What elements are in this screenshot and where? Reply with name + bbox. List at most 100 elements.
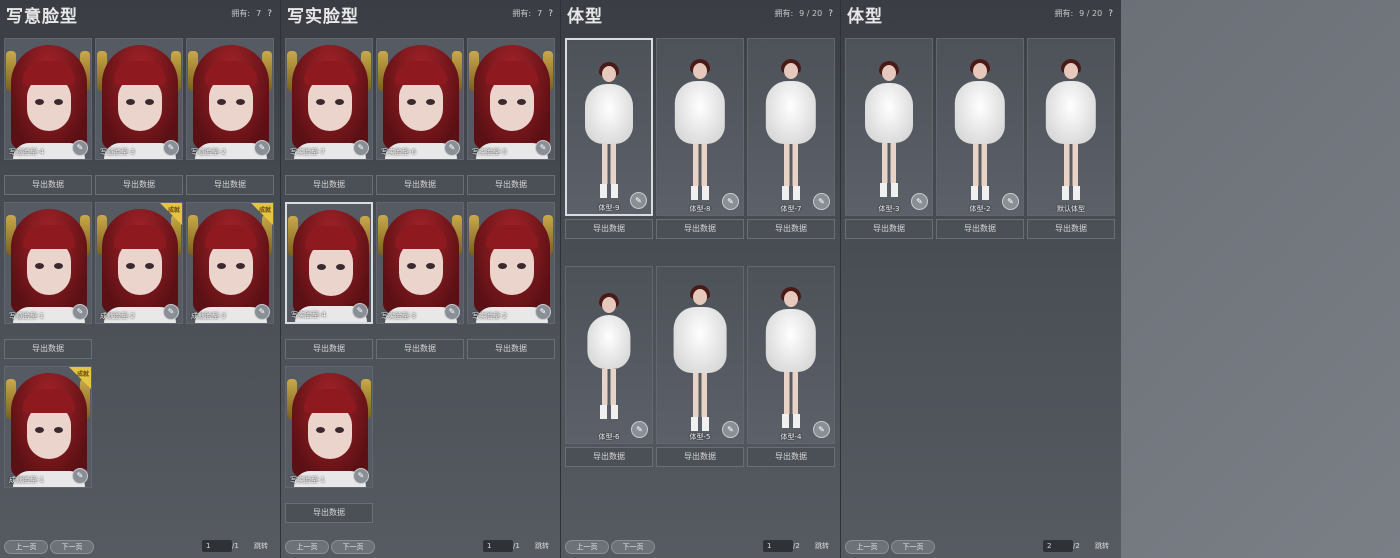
shape-card[interactable]: 体型-6 ✎ bbox=[565, 266, 653, 444]
export-data-button[interactable]: 导出数据 bbox=[747, 219, 835, 239]
shape-card[interactable]: 写实脸型-4 ✎ bbox=[285, 202, 373, 324]
shape-card[interactable]: 成就 成就脸型-1 ✎ bbox=[4, 366, 92, 488]
edit-icon[interactable]: ✎ bbox=[353, 468, 369, 484]
edit-icon[interactable]: ✎ bbox=[911, 193, 928, 210]
edit-icon[interactable]: ✎ bbox=[444, 304, 460, 320]
edit-icon[interactable]: ✎ bbox=[535, 304, 551, 320]
shape-item: 写实脸型-5 ✎ 导出数据 bbox=[467, 38, 555, 198]
prev-page-button[interactable]: 上一页 bbox=[565, 540, 609, 554]
shape-card[interactable]: 写实脸型-6 ✎ bbox=[376, 38, 464, 160]
export-data-button[interactable]: 导出数据 bbox=[285, 339, 373, 359]
edit-icon[interactable]: ✎ bbox=[722, 193, 739, 210]
edit-icon[interactable]: ✎ bbox=[72, 468, 88, 484]
edit-icon[interactable]: ✎ bbox=[254, 304, 270, 320]
export-data-button[interactable]: 导出数据 bbox=[376, 339, 464, 359]
shape-card[interactable]: 体型-2 ✎ bbox=[936, 38, 1024, 216]
export-data-button[interactable]: 导出数据 bbox=[285, 503, 373, 523]
shape-card[interactable]: 体型-9 ✎ bbox=[565, 38, 653, 216]
body-thumbnail-art bbox=[567, 40, 651, 214]
jump-button[interactable]: 跳转 bbox=[535, 540, 549, 552]
help-icon[interactable]: ? bbox=[828, 9, 833, 19]
page-number-input[interactable]: 1 bbox=[202, 540, 232, 552]
bangs bbox=[304, 61, 356, 85]
shape-card[interactable]: 写实脸型-1 ✎ bbox=[285, 366, 373, 488]
edit-icon[interactable]: ✎ bbox=[631, 421, 648, 438]
export-data-button[interactable]: 导出数据 bbox=[95, 175, 183, 195]
shape-card[interactable]: 写实脸型-3 ✎ bbox=[376, 202, 464, 324]
export-data-button[interactable]: 导出数据 bbox=[4, 339, 92, 359]
export-data-button[interactable]: 导出数据 bbox=[467, 339, 555, 359]
shape-label: 写实脸型-7 bbox=[290, 148, 325, 156]
right-eye bbox=[517, 99, 526, 105]
help-icon[interactable]: ? bbox=[1108, 9, 1113, 19]
page-number-input[interactable]: 1 bbox=[763, 540, 793, 552]
export-data-button[interactable]: 导出数据 bbox=[285, 175, 373, 195]
edit-icon[interactable]: ✎ bbox=[813, 193, 830, 210]
next-page-button[interactable]: 下一页 bbox=[891, 540, 935, 554]
face bbox=[209, 77, 253, 131]
edit-icon[interactable]: ✎ bbox=[353, 140, 369, 156]
export-data-button[interactable]: 导出数据 bbox=[186, 175, 274, 195]
export-data-button[interactable]: 导出数据 bbox=[376, 175, 464, 195]
pager: 上一页 下一页 1/2 跳转 bbox=[565, 540, 837, 554]
edit-icon[interactable]: ✎ bbox=[813, 421, 830, 438]
export-data-button[interactable]: 导出数据 bbox=[4, 175, 92, 195]
jump-button[interactable]: 跳转 bbox=[254, 540, 268, 552]
next-page-button[interactable]: 下一页 bbox=[611, 540, 655, 554]
export-data-button[interactable]: 导出数据 bbox=[936, 219, 1024, 239]
shape-card[interactable]: 成就 成就脸型-2 ✎ bbox=[95, 202, 183, 324]
jump-button[interactable]: 跳转 bbox=[1095, 540, 1109, 552]
owned-count: 拥有: 7? bbox=[512, 8, 553, 19]
export-data-button[interactable]: 导出数据 bbox=[845, 219, 933, 239]
prev-page-button[interactable]: 上一页 bbox=[845, 540, 889, 554]
page-number-input[interactable]: 2 bbox=[1043, 540, 1073, 552]
export-data-button[interactable]: 导出数据 bbox=[565, 219, 653, 239]
panel-title: 体型 bbox=[567, 7, 603, 27]
jump-button[interactable]: 跳转 bbox=[815, 540, 829, 552]
edit-icon[interactable]: ✎ bbox=[1002, 193, 1019, 210]
shape-card[interactable]: 体型-5 ✎ bbox=[656, 266, 744, 444]
achievement-badge-text: 成就 bbox=[76, 371, 89, 378]
export-data-button[interactable]: 导出数据 bbox=[656, 219, 744, 239]
edit-icon[interactable]: ✎ bbox=[352, 303, 368, 319]
shape-card[interactable]: 默认体型 bbox=[1027, 38, 1115, 216]
shape-card[interactable]: 体型-4 ✎ bbox=[747, 266, 835, 444]
edit-icon[interactable]: ✎ bbox=[535, 140, 551, 156]
edit-icon[interactable]: ✎ bbox=[254, 140, 270, 156]
shape-label: 写实脸型-4 bbox=[291, 311, 326, 319]
shape-card[interactable]: 写实脸型-7 ✎ bbox=[285, 38, 373, 160]
shape-label: 写意脸型-3 bbox=[100, 148, 135, 156]
prev-page-button[interactable]: 上一页 bbox=[285, 540, 329, 554]
export-data-button[interactable]: 导出数据 bbox=[467, 175, 555, 195]
help-icon[interactable]: ? bbox=[267, 9, 272, 19]
help-icon[interactable]: ? bbox=[548, 9, 553, 19]
prev-page-button[interactable]: 上一页 bbox=[4, 540, 48, 554]
export-data-button[interactable]: 导出数据 bbox=[1027, 219, 1115, 239]
next-page-button[interactable]: 下一页 bbox=[331, 540, 375, 554]
right-eye bbox=[426, 263, 435, 269]
next-page-button[interactable]: 下一页 bbox=[50, 540, 94, 554]
shape-card[interactable]: 体型-8 ✎ bbox=[656, 38, 744, 216]
edit-icon[interactable]: ✎ bbox=[72, 140, 88, 156]
shape-card[interactable]: 写实脸型-2 ✎ bbox=[467, 202, 555, 324]
export-data-button[interactable]: 导出数据 bbox=[747, 447, 835, 467]
shape-card[interactable]: 成就 成就脸型-3 ✎ bbox=[186, 202, 274, 324]
export-data-button[interactable]: 导出数据 bbox=[656, 447, 744, 467]
shape-card[interactable]: 写意脸型-1 ✎ bbox=[4, 202, 92, 324]
right-eye bbox=[145, 99, 154, 105]
shape-card[interactable]: 体型-3 ✎ bbox=[845, 38, 933, 216]
edit-icon[interactable]: ✎ bbox=[163, 304, 179, 320]
edit-icon[interactable]: ✎ bbox=[630, 192, 647, 209]
edit-icon[interactable]: ✎ bbox=[72, 304, 88, 320]
page-number-input[interactable]: 1 bbox=[483, 540, 513, 552]
edit-icon[interactable]: ✎ bbox=[444, 140, 460, 156]
shape-card[interactable]: 写意脸型-4 ✎ bbox=[4, 38, 92, 160]
export-data-button[interactable]: 导出数据 bbox=[565, 447, 653, 467]
shape-card[interactable]: 写意脸型-3 ✎ bbox=[95, 38, 183, 160]
shape-card[interactable]: 写意脸型-2 ✎ bbox=[186, 38, 274, 160]
edit-icon[interactable]: ✎ bbox=[722, 421, 739, 438]
panel-body-shapes: 体型 拥有: 9 / 20? 体型-3 ✎ 导出数据 体型-2 ✎ 导出数据 默认体型 导出数据 上一… bbox=[840, 0, 1121, 558]
shape-card[interactable]: 体型-7 ✎ bbox=[747, 38, 835, 216]
shape-card[interactable]: 写实脸型-5 ✎ bbox=[467, 38, 555, 160]
edit-icon[interactable]: ✎ bbox=[163, 140, 179, 156]
